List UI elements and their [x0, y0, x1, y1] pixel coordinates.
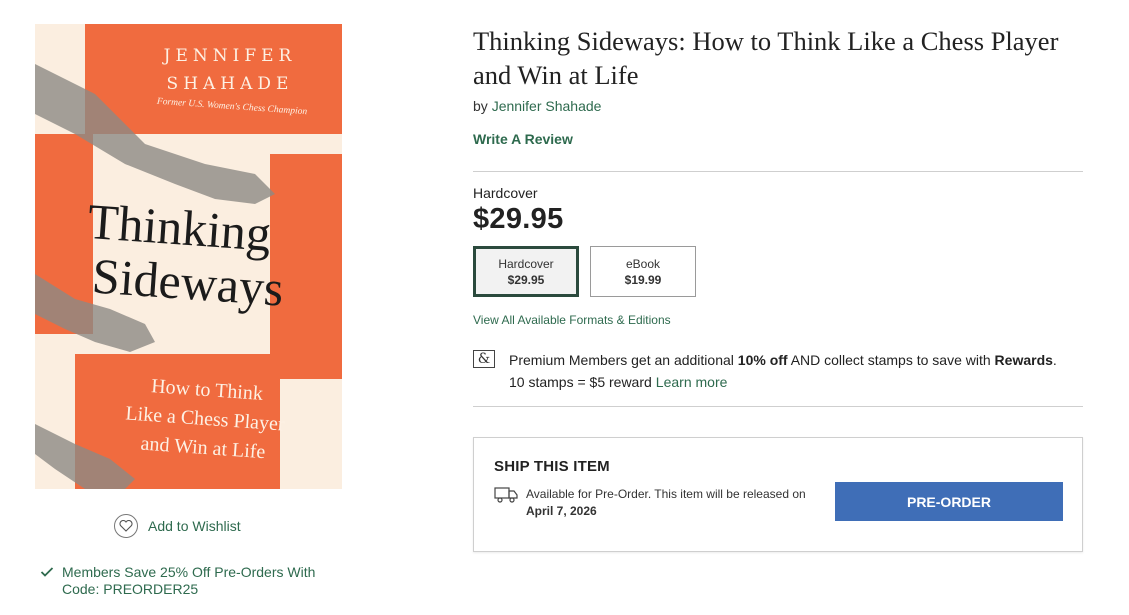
release-date: April 7, 2026: [526, 504, 597, 518]
ampersand-icon: &: [473, 350, 495, 368]
format-name: Hardcover: [498, 256, 554, 271]
members-text-a: Premium Members get an additional: [509, 352, 738, 368]
format-ebook-button[interactable]: eBook $19.99: [590, 246, 696, 297]
divider: [473, 171, 1083, 172]
members-text: Premium Members get an additional 10% of…: [509, 349, 1057, 393]
format-selector: Hardcover $29.95 eBook $19.99: [473, 246, 1083, 297]
check-icon: [40, 567, 54, 577]
format-price: $29.95: [507, 272, 545, 287]
wishlist-label[interactable]: Add to Wishlist: [148, 518, 241, 534]
divider: [473, 406, 1083, 407]
cover-author-last: SHAHADE: [166, 74, 294, 94]
price: $29.95: [473, 203, 564, 235]
product-details: Thinking Sideways: How to Think Like a C…: [473, 24, 1083, 552]
cover-author: JENNIFER SHAHADE: [130, 42, 330, 98]
view-all-formats-link[interactable]: View All Available Formats & Editions: [473, 313, 671, 327]
format-name: eBook: [625, 256, 661, 271]
promo-text: Members Save 25% Off Pre-Orders With Cod…: [62, 564, 316, 597]
members-line2: 10 stamps = $5 reward Learn more: [509, 371, 1057, 393]
premium-members-note: & Premium Members get an additional 10% …: [473, 349, 1083, 393]
heart-icon[interactable]: [114, 514, 138, 538]
byline: by Jennifer Shahade: [473, 98, 1083, 114]
members-text-c: AND collect stamps to save with: [787, 352, 995, 368]
book-cover-image[interactable]: JENNIFER SHAHADE Former U.S. Women's Che…: [35, 24, 342, 489]
ship-this-item-panel: SHIP THIS ITEM Available for Pre-Order. …: [473, 437, 1083, 552]
learn-more-link[interactable]: Learn more: [656, 374, 728, 390]
format-price: $19.99: [624, 272, 662, 287]
members-discount: 10% off: [737, 352, 788, 368]
members-line1: Premium Members get an additional 10% of…: [509, 349, 1057, 371]
selected-format-label: Hardcover: [473, 185, 538, 201]
cover-title: Thinking Sideways: [82, 193, 339, 319]
cover-subtitle: How to Think Like a Chess Player and Win…: [87, 368, 323, 471]
preorder-promo: Members Save 25% Off Pre-Orders With Cod…: [40, 564, 330, 598]
stamps-note: 10 stamps = $5 reward: [509, 374, 652, 390]
byline-prefix: by: [473, 98, 488, 114]
write-review-link[interactable]: Write A Review: [473, 131, 573, 147]
add-to-wishlist-button[interactable]: Add to Wishlist: [114, 514, 241, 538]
truck-icon: [494, 487, 518, 503]
book-title: Thinking Sideways: How to Think Like a C…: [473, 26, 1059, 90]
cover-author-first: JENNIFER: [163, 46, 297, 66]
format-hardcover-button[interactable]: Hardcover $29.95: [473, 246, 579, 297]
members-rewards: Rewards: [994, 352, 1053, 368]
members-text-e: .: [1052, 352, 1057, 368]
pre-order-button[interactable]: PRE-ORDER: [835, 482, 1063, 521]
preorder-note: Available for Pre-Order. This item will …: [526, 486, 816, 520]
ship-title: SHIP THIS ITEM: [494, 458, 610, 475]
author-link[interactable]: Jennifer Shahade: [492, 98, 602, 114]
preorder-note-text: Available for Pre-Order. This item will …: [526, 487, 806, 501]
